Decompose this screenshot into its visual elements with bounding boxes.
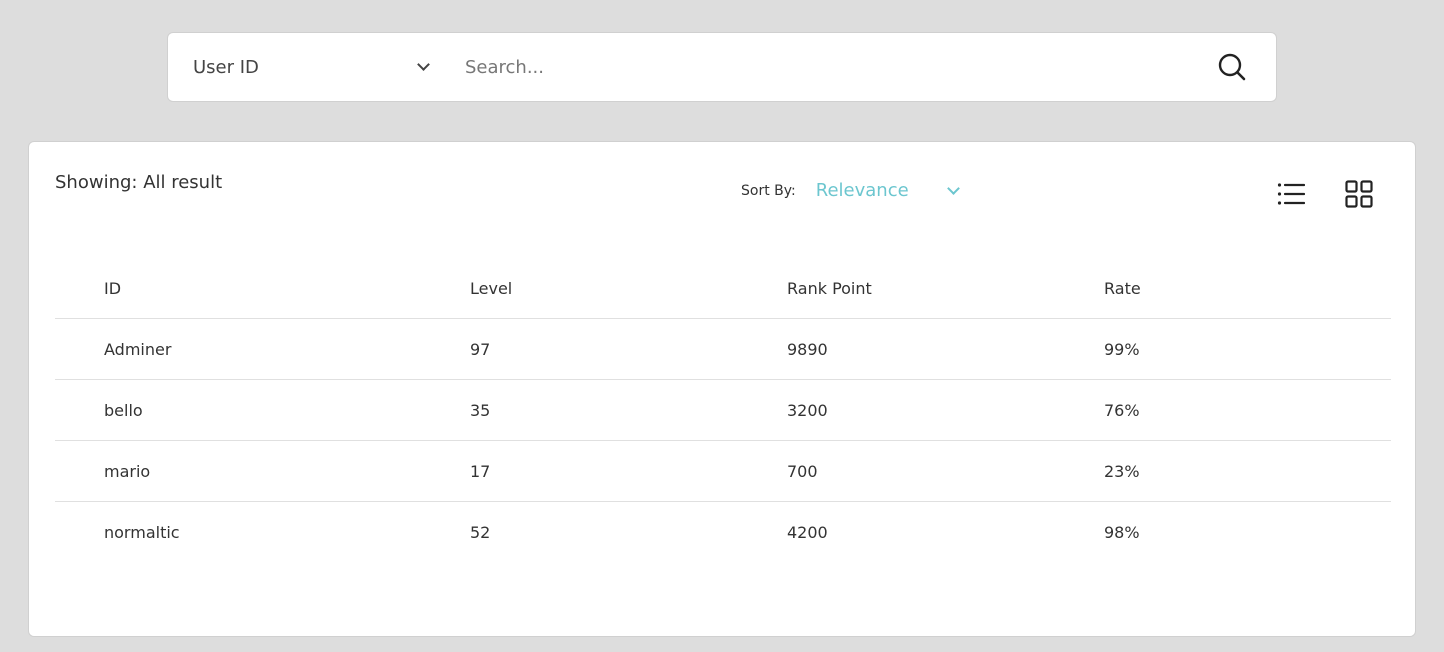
cell-rate: 99% <box>1104 318 1391 380</box>
sort-value: Relevance <box>815 180 909 201</box>
cell-rank-point: 3200 <box>787 379 1104 441</box>
cell-rank-point: 4200 <box>787 522 828 542</box>
column-header-rate: Rate <box>1104 258 1391 319</box>
results-panel: Showing: All result Sort By: Relevance I… <box>28 141 1416 637</box>
search-button[interactable] <box>1202 33 1262 101</box>
showing-text: Showing: All result <box>55 172 223 193</box>
list-view-button[interactable] <box>1277 180 1305 208</box>
cell-rate: 98% <box>1104 522 1140 542</box>
chevron-down-icon <box>417 58 430 71</box>
column-header-id: ID <box>55 258 470 319</box>
table-row: Adminer 97 9890 99% <box>55 318 1391 380</box>
cell-level: 17 <box>470 440 787 502</box>
cell-rate: 76% <box>1104 379 1391 441</box>
cell-level: 97 <box>470 318 787 380</box>
cell-rate: 23% <box>1104 440 1391 502</box>
cell-id: Adminer <box>55 318 470 380</box>
sort-label: Sort By: <box>741 182 796 199</box>
search-input[interactable] <box>446 33 1202 101</box>
chevron-down-icon <box>946 181 960 195</box>
table-header-row: ID Level Rank Point Rate <box>55 258 1391 319</box>
table-row: bello 35 3200 76% <box>55 379 1391 441</box>
cell-id: mario <box>55 440 470 502</box>
column-header-level: Level <box>470 258 787 319</box>
search-field-select[interactable]: User ID <box>168 33 446 101</box>
sort-select[interactable]: Relevance <box>815 180 960 201</box>
search-bar: User ID <box>167 32 1277 102</box>
cell-rank-point: 700 <box>787 440 1104 502</box>
cell-id: normaltic <box>104 522 180 542</box>
search-field-value: User ID <box>193 56 259 78</box>
list-view-icon <box>1277 183 1305 205</box>
search-icon <box>1218 53 1246 81</box>
results-table: ID Level Rank Point Rate Adminer 97 9890… <box>55 258 1391 562</box>
sort-control: Sort By: Relevance <box>741 180 960 201</box>
table-row: mario 17 700 23% <box>55 440 1391 502</box>
grid-view-button[interactable] <box>1345 180 1373 208</box>
cell-rank-point: 9890 <box>787 318 1104 380</box>
cell-level: 35 <box>470 379 787 441</box>
grid-view-icon <box>1345 180 1373 208</box>
cell-level: 52 <box>470 522 491 542</box>
column-header-rank-point: Rank Point <box>787 258 1104 319</box>
table-row: normaltic 52 4200 98% <box>55 502 1391 563</box>
cell-id: bello <box>55 379 470 441</box>
